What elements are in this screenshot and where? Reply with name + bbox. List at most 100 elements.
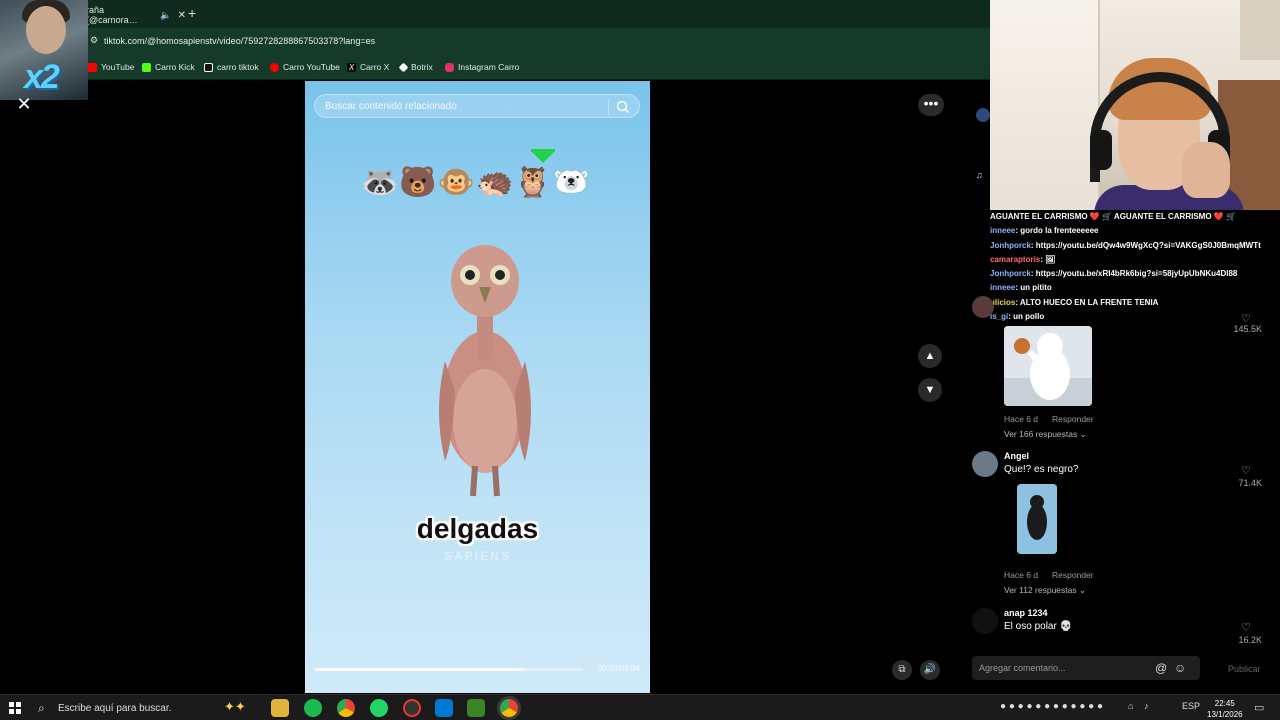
chat-message: camaraptoris: 🖼 <box>990 253 1280 267</box>
volume-icon[interactable]: 🔊 <box>920 660 940 680</box>
new-tab-button[interactable]: + <box>188 5 196 21</box>
music-icon: ♫ <box>976 170 983 180</box>
search-icon[interactable] <box>615 99 631 115</box>
site-info-icon[interactable]: ⚙ <box>90 35 98 46</box>
comment-item: Angel Que!? es negro? ♡ 71.4K Hace 6 d Re… <box>972 451 1272 601</box>
comment-input[interactable]: Agregar comentario... @ ☺ <box>972 656 1200 680</box>
comment-meta: Hace 6 d Responder <box>1004 570 1094 580</box>
comment-item: anap 1234 El oso polar 💀 ♡ 16.2K <box>972 608 1272 644</box>
chat-user: inneee <box>990 283 1016 293</box>
address-bar: ⚙ tiktok.com/@homosapienstv/video/759272… <box>0 28 990 54</box>
language-indicator[interactable]: ESP <box>1182 701 1200 711</box>
view-replies-link[interactable]: Ver 166 respuestas ⌄ <box>1004 429 1087 440</box>
bookmark-label: Carro YouTube <box>283 62 340 72</box>
video-time: 00:50/01:04 <box>597 664 640 673</box>
avatar[interactable] <box>972 608 998 634</box>
bookmark-carro-kick[interactable]: Carro Kick <box>142 62 195 72</box>
reply-button[interactable]: Responder <box>1052 414 1094 424</box>
speaker-icon[interactable]: 🔈 <box>160 10 171 21</box>
chrome-icon[interactable] <box>337 699 355 717</box>
comment-video-thumbnail[interactable] <box>1017 484 1057 554</box>
bookmarks-bar: YouTube Carro Kick carro tiktok Carro Yo… <box>0 54 990 80</box>
network-icon[interactable]: ⌂ <box>1128 701 1133 711</box>
chat-user: Jonhporck <box>990 240 1031 250</box>
chat-message: inneee: un pitito <box>990 281 1280 295</box>
chrome-active-icon[interactable] <box>500 699 518 717</box>
bookmark-youtube[interactable]: YouTube <box>88 62 134 72</box>
search-divider <box>608 99 609 115</box>
multiplier-badge: x2 <box>24 58 60 96</box>
store-icon[interactable] <box>435 699 453 717</box>
windows-start-icon[interactable] <box>9 702 21 714</box>
view-replies-link[interactable]: Ver 112 respuestas ⌄ <box>1004 585 1086 596</box>
clock-time: 22:45 <box>1214 699 1235 708</box>
video-progress-bar[interactable] <box>315 668 583 671</box>
bookmark-label: carro tiktok <box>217 62 259 72</box>
streamer-hand <box>1182 142 1230 198</box>
emoji-icon[interactable]: ☺ <box>1174 661 1186 675</box>
bookmark-carro-tiktok[interactable]: carro tiktok <box>204 62 259 72</box>
obs-icon[interactable] <box>403 699 421 717</box>
like-count: 145.5K <box>1233 324 1262 334</box>
bookmark-instagram-carro[interactable]: Instagram Carro <box>445 62 519 72</box>
clock-date: 13/1/2026 <box>1207 710 1243 719</box>
bookmark-carro-youtube[interactable]: Carro YouTube <box>270 62 340 72</box>
chat-text: : gordo la frenteeeeee <box>1015 226 1099 236</box>
picture-in-picture-icon[interactable]: ⧉ <box>892 660 912 680</box>
webcam-overlay <box>990 0 1280 210</box>
comment-author[interactable]: anap 1234 <box>1004 608 1048 618</box>
copilot-icon[interactable]: ✦✦ <box>224 699 246 715</box>
bookmark-carro-x[interactable]: X Carro X <box>347 62 389 72</box>
minecraft-icon[interactable] <box>467 699 485 717</box>
volume-tray-icon[interactable]: ♪ <box>1144 701 1149 711</box>
search-icon[interactable]: ⌕ <box>38 701 45 716</box>
video-caption: delgadas <box>416 513 539 544</box>
taskbar-search-input[interactable]: Escribe aquí para buscar. <box>58 703 171 714</box>
headset-ear-left <box>1090 130 1112 170</box>
clock[interactable]: 22:45 13/1/2026 <box>1207 698 1243 720</box>
bookmark-botrix[interactable]: Botrix <box>398 62 433 72</box>
system-tray-icons[interactable]: ● ● ● ● ● ● ● ● ● ● ● ● <box>1000 701 1103 712</box>
related-search-bar[interactable]: Buscar contenido relacionado <box>314 94 640 118</box>
spotify-icon[interactable] <box>304 699 322 717</box>
more-options-button[interactable]: ••• <box>918 94 944 116</box>
comment-text: Que!? es negro? <box>1004 464 1079 475</box>
browser-tab[interactable]: raña (@carnora… 🔈 ✕ <box>86 4 186 26</box>
comment-age: Hace 6 d <box>1004 570 1039 580</box>
chat-user: inneee <box>990 226 1016 236</box>
bookmark-label: Carro X <box>360 62 390 72</box>
next-video-button[interactable]: ▼ <box>918 378 942 402</box>
webcam-overlay-small: x2 <box>0 0 88 100</box>
file-explorer-icon[interactable] <box>271 699 289 717</box>
reply-button[interactable]: Responder <box>1052 570 1094 580</box>
bookmark-label: Carro Kick <box>155 62 195 72</box>
avatar[interactable] <box>972 296 994 318</box>
notifications-icon[interactable]: ▭ <box>1254 701 1264 714</box>
chat-text: : un pitito <box>1015 283 1052 293</box>
publish-button[interactable]: Publicar <box>1228 664 1261 674</box>
whatsapp-icon[interactable] <box>370 699 388 717</box>
comment-author[interactable]: Angel <box>1004 451 1029 461</box>
chat-text: : https://youtu.be/dQw4w9WgXcQ?si=VAKGgS… <box>1030 240 1261 250</box>
search-input[interactable]: Buscar contenido relacionado <box>325 101 457 112</box>
like-heart-icon[interactable]: ♡ <box>1240 464 1252 477</box>
close-icon[interactable]: ✕ <box>14 94 34 114</box>
url-field[interactable]: tiktok.com/@homosapienstv/video/75927282… <box>104 36 375 46</box>
like-heart-icon[interactable]: ♡ <box>1240 621 1252 634</box>
screen: raña (@carnora… 🔈 ✕ + ⚙ tiktok.com/@homo… <box>0 0 1280 720</box>
previous-video-button[interactable]: ▲ <box>918 344 942 368</box>
streamer-face <box>26 6 66 54</box>
mention-icon[interactable]: @ <box>1155 661 1167 675</box>
avatar[interactable] <box>972 451 998 477</box>
chat-text: AGUANTE EL CARRISMO ❤️ 🛒 AGUANTE EL CARR… <box>990 212 1236 221</box>
chat-message: AGUANTE EL CARRISMO ❤️ 🛒 AGUANTE EL CARR… <box>990 210 1280 224</box>
x-icon: X <box>347 62 356 72</box>
like-count: 71.4K <box>1238 478 1262 488</box>
bookmark-label: Botrix <box>411 62 433 72</box>
comment-text: El oso polar 💀 <box>1004 621 1073 632</box>
close-tab-icon[interactable]: ✕ <box>178 10 186 21</box>
video-player[interactable]: Buscar contenido relacionado 🦝🐻🐵🦔🦉🐻‍❄️ <box>305 81 650 693</box>
creator-avatar[interactable] <box>976 108 990 122</box>
tiktok-icon <box>204 62 213 72</box>
black-bear-thumbnail <box>1017 484 1057 554</box>
